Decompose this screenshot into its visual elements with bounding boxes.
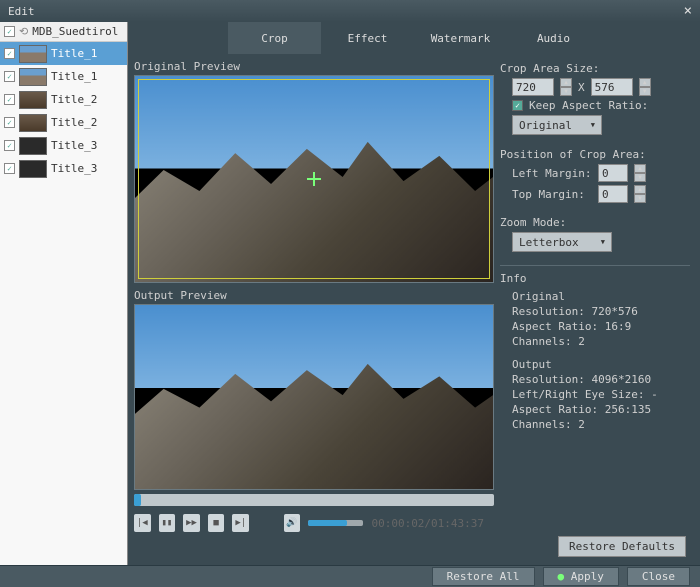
keep-ratio-label: Keep Aspect Ratio: (529, 99, 648, 112)
crop-width-input[interactable]: 720 (512, 78, 554, 96)
info-box: Info Original Resolution: 720*576 Aspect… (500, 265, 690, 432)
thumbnail (19, 160, 47, 178)
preview-column: Original Preview Output Preview |◀ ▮▮ (128, 54, 490, 565)
info-out-aspect: Aspect Ratio: 256:135 (512, 402, 690, 417)
seek-bar[interactable] (134, 494, 494, 506)
tab-watermark[interactable]: Watermark (414, 22, 507, 54)
next-icon[interactable]: ▶| (232, 514, 249, 532)
sidebar-root[interactable]: ✓ ⟲ MDB_Suedtirol (0, 22, 127, 42)
checkbox-icon[interactable]: ✓ (4, 94, 15, 105)
stop-icon[interactable]: ■ (208, 514, 225, 532)
tab-effect[interactable]: Effect (321, 22, 414, 54)
thumbnail (19, 68, 47, 86)
crop-size-label: Crop Area Size: (500, 62, 690, 75)
info-title: Info (500, 272, 690, 285)
info-out-channels: Channels: 2 (512, 417, 690, 432)
prev-icon[interactable]: |◀ (134, 514, 151, 532)
sidebar-item-label: Title_2 (51, 116, 97, 129)
tab-audio[interactable]: Audio (507, 22, 600, 54)
titlebar: Edit × (0, 0, 700, 22)
tab-crop[interactable]: Crop (228, 22, 321, 54)
left-margin-label: Left Margin: (512, 167, 592, 180)
original-preview-label: Original Preview (134, 60, 484, 73)
workarea: Original Preview Output Preview |◀ ▮▮ (128, 54, 700, 565)
zoom-mode-select[interactable]: Letterbox (512, 232, 612, 252)
top-margin-label: Top Margin: (512, 188, 592, 201)
thumbnail (19, 45, 47, 63)
top-margin-input[interactable]: 0 (598, 185, 628, 203)
sidebar-item[interactable]: ✓ Title_2 (0, 88, 127, 111)
main: ✓ ⟲ MDB_Suedtirol ✓ Title_1 ✓ Title_1 ✓ Title… (0, 22, 700, 565)
restore-all-button[interactable]: Restore All (432, 567, 535, 586)
sidebar-item[interactable]: ✓ Title_1 (0, 65, 127, 88)
left-margin-input[interactable]: 0 (598, 164, 628, 182)
output-preview (134, 304, 494, 490)
sidebar-item[interactable]: ✓ Title_3 (0, 134, 127, 157)
window-title: Edit (8, 5, 35, 18)
output-preview-label: Output Preview (134, 289, 484, 302)
apply-button[interactable]: Apply (543, 567, 619, 586)
info-out-eye: Left/Right Eye Size: - (512, 387, 690, 402)
sidebar-item-label: Title_3 (51, 139, 97, 152)
crop-position-label: Position of Crop Area: (500, 148, 690, 161)
timecode: 00:00:02/01:43:37 (371, 517, 484, 530)
thumbnail (19, 114, 47, 132)
content-area: CropEffectWatermarkAudio Original Previe… (128, 22, 700, 565)
sidebar-item[interactable]: ✓ Title_1 (0, 42, 127, 65)
sidebar-root-label: MDB_Suedtirol (32, 25, 118, 38)
height-spinner[interactable]: ▲▼ (639, 78, 651, 96)
x-label: X (578, 81, 585, 94)
volume-slider[interactable] (308, 520, 363, 526)
sidebar-item[interactable]: ✓ Title_2 (0, 111, 127, 134)
info-orig-res: Resolution: 720*576 (512, 304, 690, 319)
width-spinner[interactable]: ▲▼ (560, 78, 572, 96)
volume-icon[interactable]: 🔊 (284, 514, 301, 532)
info-original-label: Original (512, 289, 690, 304)
checkbox-icon[interactable]: ✓ (4, 71, 15, 82)
sidebar: ✓ ⟲ MDB_Suedtirol ✓ Title_1 ✓ Title_1 ✓ Title… (0, 22, 128, 565)
thumbnail (19, 91, 47, 109)
close-icon[interactable]: × (684, 3, 692, 19)
info-orig-channels: Channels: 2 (512, 334, 690, 349)
left-spinner[interactable]: ▲▼ (634, 164, 646, 182)
restore-defaults-button[interactable]: Restore Defaults (558, 536, 686, 557)
aspect-ratio-select[interactable]: Original (512, 115, 602, 135)
thumbnail (19, 137, 47, 155)
info-output-label: Output (512, 357, 690, 372)
sidebar-item[interactable]: ✓ Title_3 (0, 157, 127, 180)
footer: Restore All Apply Close (0, 565, 700, 587)
checkbox-icon[interactable]: ✓ (4, 163, 15, 174)
close-button[interactable]: Close (627, 567, 690, 586)
info-out-res: Resolution: 4096*2160 (512, 372, 690, 387)
crosshair-icon (307, 172, 321, 186)
sidebar-item-label: Title_2 (51, 93, 97, 106)
keep-ratio-checkbox[interactable]: ✓ (512, 100, 523, 111)
checkbox-icon[interactable]: ✓ (4, 140, 15, 151)
crop-height-input[interactable]: 576 (591, 78, 633, 96)
sidebar-item-label: Title_1 (51, 47, 97, 60)
top-spinner[interactable]: ▲▼ (634, 185, 646, 203)
tabs: CropEffectWatermarkAudio (128, 22, 700, 54)
crop-frame[interactable] (138, 79, 490, 279)
checkbox-icon[interactable]: ✓ (4, 117, 15, 128)
crop-panel: Crop Area Size: 720 ▲▼ X 576 ▲▼ ✓ Keep A… (490, 54, 700, 565)
checkbox-icon[interactable]: ✓ (4, 26, 15, 37)
info-orig-aspect: Aspect Ratio: 16:9 (512, 319, 690, 334)
refresh-icon[interactable]: ⟲ (19, 25, 28, 38)
checkbox-icon[interactable]: ✓ (4, 48, 15, 59)
sidebar-item-label: Title_3 (51, 162, 97, 175)
zoom-mode-label: Zoom Mode: (500, 216, 690, 229)
sidebar-item-label: Title_1 (51, 70, 97, 83)
original-preview[interactable] (134, 75, 494, 283)
pause-icon[interactable]: ▮▮ (159, 514, 176, 532)
fast-forward-icon[interactable]: ▶▶ (183, 514, 200, 532)
playback-controls: |◀ ▮▮ ▶▶ ■ ▶| 🔊 00:00:02/01:43:37 (134, 512, 484, 534)
